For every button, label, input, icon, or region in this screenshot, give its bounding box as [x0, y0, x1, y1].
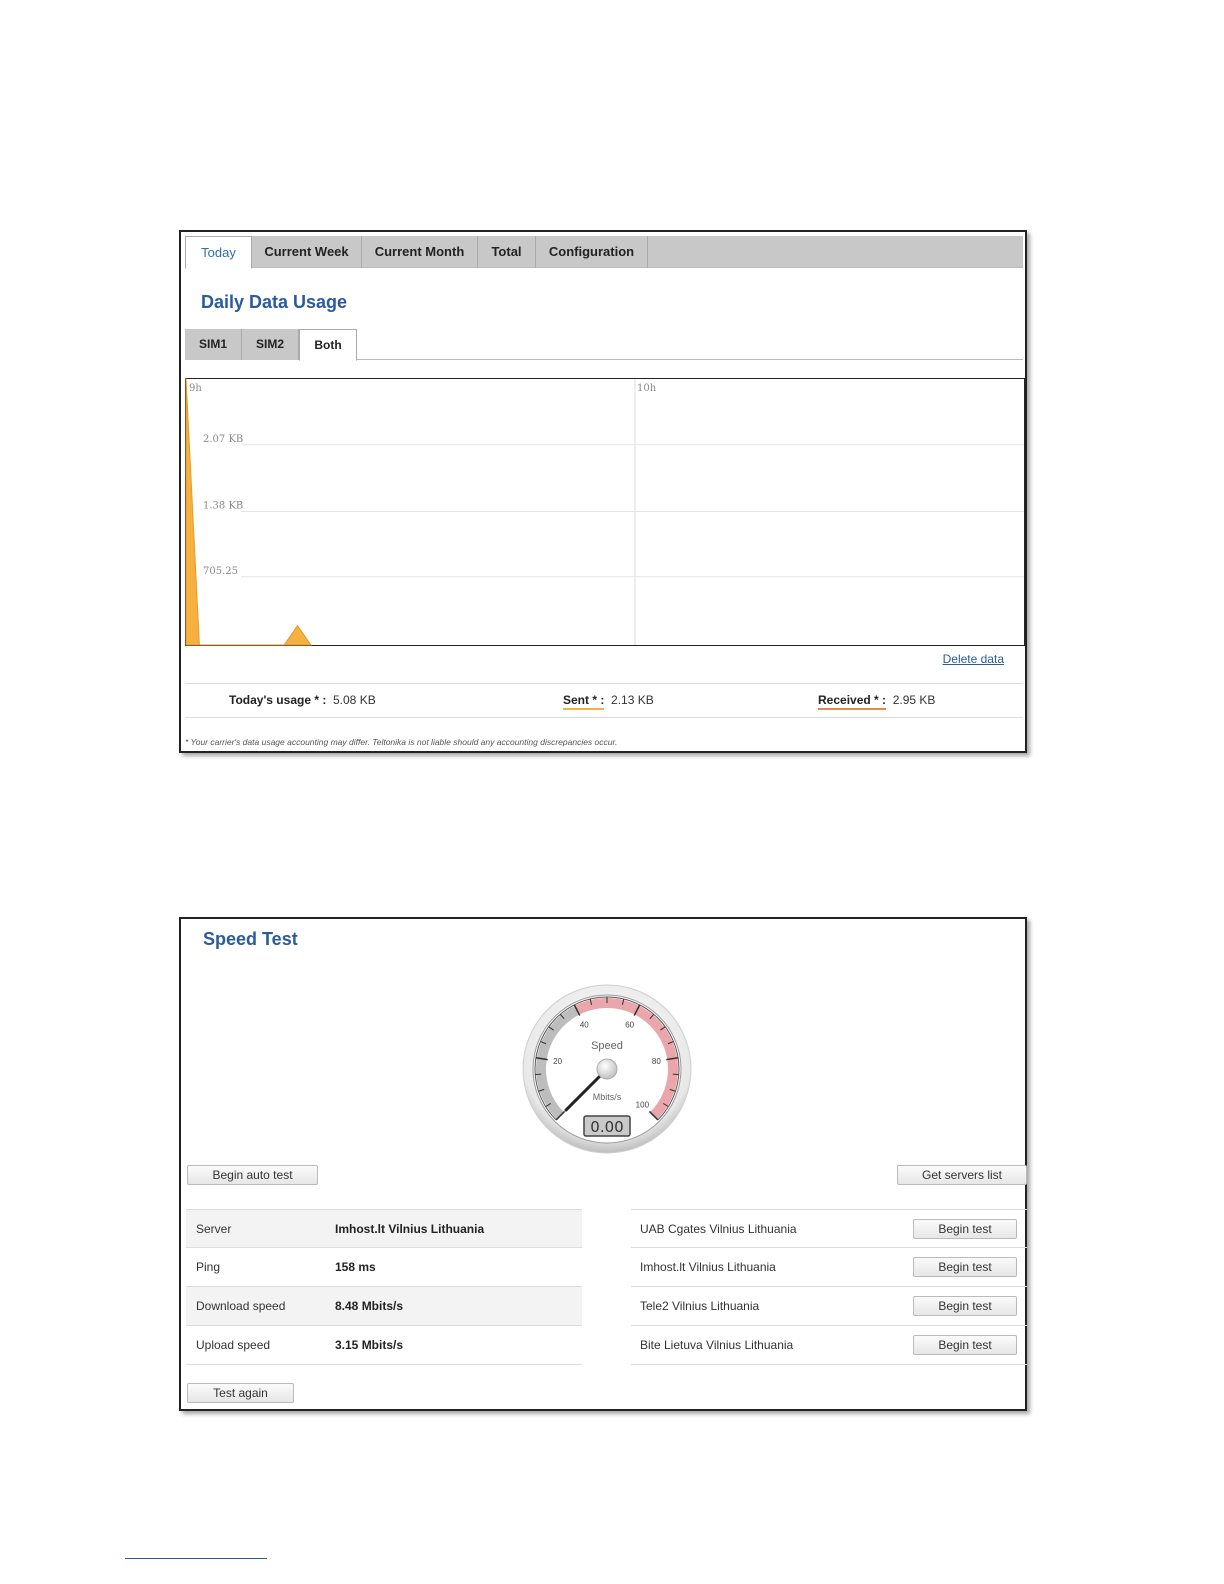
servers-table: UAB Cgates Vilnius Lithuania Begin test … [631, 1209, 1027, 1365]
data-usage-panel: Today Current Week Current Month Total C… [179, 230, 1027, 753]
sim-tabbar: SIM1 SIM2 Both [185, 329, 1023, 361]
gauge-tick-label: 100 [636, 1100, 650, 1109]
results-table: Server Imhost.lt Vilnius Lithuania Ping … [186, 1209, 582, 1365]
speed-test-panel: Speed Test 20 40 60 80 100 Speed Mbits/s [179, 917, 1027, 1411]
result-key: Ping [196, 1260, 221, 1274]
table-row: Tele2 Vilnius Lithuania Begin test [631, 1287, 1027, 1326]
tab-today[interactable]: Today [185, 236, 252, 269]
y-tick-label: 2.07 KB [203, 434, 243, 445]
disclaimer-note: * Your carrier's data usage accounting m… [185, 737, 618, 747]
table-row: Imhost.lt Vilnius Lithuania Begin test [631, 1248, 1027, 1287]
test-again-button[interactable]: Test again [187, 1383, 294, 1403]
gauge-hub [596, 1058, 618, 1080]
server-name: UAB Cgates Vilnius Lithuania [640, 1222, 797, 1236]
y-tick-label: 1.38 KB [203, 501, 243, 512]
sent-label: Sent * : [563, 693, 605, 710]
tab-current-month[interactable]: Current Month [362, 236, 478, 268]
result-key: Download speed [196, 1299, 286, 1313]
server-name: Tele2 Vilnius Lithuania [640, 1299, 760, 1313]
usage-chart-svg: 9h 10h 2.07 KB 1.38 KB 705.25 [185, 377, 1025, 646]
received-label: Received * : [818, 693, 887, 710]
server-name: Imhost.lt Vilnius Lithuania [640, 1260, 776, 1274]
result-key: Server [196, 1222, 232, 1236]
server-name: Bite Lietuva Vilnius Lithuania [640, 1338, 794, 1352]
table-row: Bite Lietuva Vilnius Lithuania Begin tes… [631, 1326, 1027, 1365]
received-usage: Received * : 2.95 KB [818, 693, 936, 710]
table-row: UAB Cgates Vilnius Lithuania Begin test [631, 1209, 1027, 1248]
speed-test-title: Speed Test [203, 929, 298, 949]
speed-gauge: 20 40 60 80 100 Speed Mbits/s 0.00 [521, 983, 693, 1155]
result-value: 3.15 Mbits/s [335, 1338, 404, 1352]
footer-link-underline [125, 1558, 267, 1559]
gauge-label: Speed [591, 1040, 623, 1052]
result-key: Upload speed [196, 1338, 271, 1352]
page-title: Daily Data Usage [201, 292, 348, 312]
begin-auto-test-button[interactable]: Begin auto test [187, 1165, 318, 1185]
gauge-readout: 0.00 [590, 1118, 623, 1136]
sent-value: 2.13 KB [611, 693, 654, 707]
received-value: 2.95 KB [892, 693, 936, 707]
begin-test-button[interactable]: Begin test [913, 1335, 1017, 1355]
result-value: 8.48 Mbits/s [335, 1299, 404, 1313]
gauge-tick-label: 40 [580, 1020, 589, 1029]
gauge-tick-label: 80 [652, 1057, 661, 1066]
tab-total[interactable]: Total [478, 236, 536, 268]
divider [185, 717, 1023, 718]
begin-test-button[interactable]: Begin test [913, 1296, 1017, 1316]
table-row: Upload speed 3.15 Mbits/s [186, 1326, 582, 1365]
usage-chart: 9h 10h 2.07 KB 1.38 KB 705.25 [185, 377, 1025, 646]
tab-current-week[interactable]: Current Week [252, 236, 362, 268]
get-servers-list-button[interactable]: Get servers list [897, 1165, 1027, 1185]
today-usage-value: 5.08 KB [333, 693, 376, 707]
sent-usage: Sent * : 2.13 KB [563, 693, 654, 710]
gauge-tick-label: 60 [625, 1020, 634, 1029]
gauge-unit: Mbits/s [593, 1092, 622, 1102]
begin-test-button[interactable]: Begin test [913, 1219, 1017, 1239]
tab-sim1[interactable]: SIM1 [185, 329, 242, 360]
tab-configuration[interactable]: Configuration [536, 236, 648, 268]
result-value: Imhost.lt Vilnius Lithuania [335, 1222, 485, 1236]
tab-both[interactable]: Both [299, 329, 357, 361]
y-tick-label: 705.25 [203, 566, 238, 577]
result-value: 158 ms [335, 1260, 376, 1274]
table-row: Download speed 8.48 Mbits/s [186, 1287, 582, 1326]
period-tabbar: Today Current Week Current Month Total C… [185, 236, 1023, 269]
tab-sim2[interactable]: SIM2 [242, 329, 299, 360]
x-tick-label: 9h [189, 383, 202, 394]
delete-data-link[interactable]: Delete data [943, 652, 1004, 666]
table-row: Ping 158 ms [186, 1248, 582, 1287]
gauge-tick-label: 20 [553, 1057, 562, 1066]
table-row: Server Imhost.lt Vilnius Lithuania [186, 1209, 582, 1248]
speed-gauge-svg: 20 40 60 80 100 Speed Mbits/s 0.00 [522, 984, 692, 1154]
today-usage: Today's usage * : 5.08 KB [229, 693, 376, 707]
begin-test-button[interactable]: Begin test [913, 1257, 1017, 1277]
x-tick-label: 10h [637, 383, 657, 394]
divider [185, 683, 1023, 684]
today-usage-label: Today's usage * : [229, 693, 327, 707]
